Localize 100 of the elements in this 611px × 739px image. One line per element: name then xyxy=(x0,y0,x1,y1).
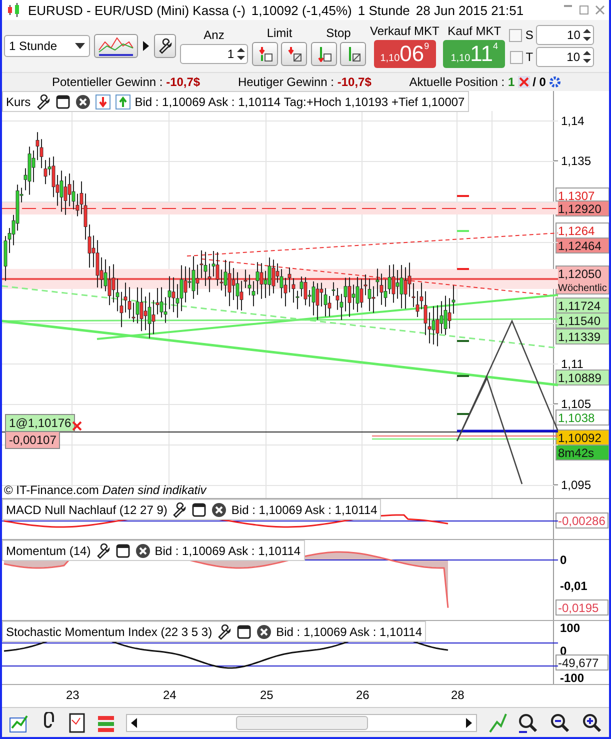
chart-icon xyxy=(97,36,135,56)
caret-icon xyxy=(75,43,85,49)
limit-order-button[interactable] xyxy=(281,42,307,66)
price-marker xyxy=(457,375,469,377)
value-tag: -0,00286 xyxy=(556,512,609,528)
order-icon xyxy=(316,46,332,62)
x-axis-label: 25 xyxy=(260,688,274,702)
price-marker xyxy=(457,413,469,415)
close-icon xyxy=(211,502,228,518)
indicator-title: MACD Null Nachlauf (12 27 9) xyxy=(6,502,168,516)
checkbox[interactable] xyxy=(509,28,522,42)
profit-text: Heutiger Gewinn : -10,7$ xyxy=(238,75,372,89)
window-title: EURUSD - EUR/USD (Mini) Kassa (-) xyxy=(28,2,246,18)
quote-text: Bid : 1,10069 Ask : 1,10114 Tag:+Hoch 1,10193 +Tief 1,10007 xyxy=(134,94,465,108)
price-tag: 1,10092 xyxy=(556,430,609,446)
limit-order-button[interactable] xyxy=(252,42,278,66)
close-icon xyxy=(595,5,605,15)
x-axis-label: 26 xyxy=(356,688,370,702)
close-icon xyxy=(134,542,151,558)
wrench-icon xyxy=(34,94,51,110)
price-tag: 1,12464 xyxy=(556,238,609,254)
close-icon xyxy=(74,94,91,110)
price-marker xyxy=(457,195,469,197)
axis-tick-label: 0 xyxy=(560,553,568,567)
amount-field[interactable]: 1 xyxy=(180,44,248,64)
spinner-icon xyxy=(237,47,245,61)
price-tag: 1,1038 xyxy=(556,410,609,426)
title-quote: 1,10092 (-1,45%) xyxy=(251,2,352,18)
axis-tick-label: 100 xyxy=(560,621,580,635)
close-icon xyxy=(518,76,530,88)
number-field[interactable]: 10 xyxy=(536,25,594,45)
indicator-button[interactable] xyxy=(94,34,138,58)
axis-tick-label: 1,11 xyxy=(554,357,584,371)
axis-tick-label: 1,105 xyxy=(554,397,592,411)
timeframe-dropdown[interactable]: 1 Stunde xyxy=(4,35,90,57)
settings-button[interactable] xyxy=(154,34,176,58)
price-marker xyxy=(457,268,469,270)
zoom-in-icon xyxy=(581,712,603,734)
checkbox[interactable] xyxy=(510,50,523,64)
spinner-icon xyxy=(583,50,592,64)
price-tag: 1,12920 xyxy=(556,200,609,216)
price-tag: 8m42s xyxy=(556,444,609,460)
sell-label: Verkauf MKT xyxy=(370,24,440,38)
stop-label: Stop xyxy=(326,26,351,40)
quote-text: Bid : 1,10069 Ask : 1,10114 xyxy=(231,502,378,516)
title-interval: 1 Stunde xyxy=(358,2,410,18)
axis-tick-label: 1,095 xyxy=(554,478,592,492)
price-tag: 1,10889 xyxy=(556,370,609,386)
quote-text: Bid : 1,10069 Ask : 1,10114 xyxy=(276,624,422,638)
scrollbar-thumb[interactable] xyxy=(236,716,368,730)
window-icon xyxy=(236,624,252,640)
profit-text: Potentieller Gewinn : -10,7$ xyxy=(52,75,200,89)
candlestick-icon xyxy=(6,2,22,18)
x-axis-label: 23 xyxy=(66,688,80,702)
price-tag: 1,11339 xyxy=(556,328,609,344)
buy-label: Kauf MKT xyxy=(448,24,502,38)
maximize-icon xyxy=(579,5,589,15)
price-tag: 1,1264 xyxy=(556,222,609,238)
value-tag: -0,0195 xyxy=(556,600,609,616)
zoom-out-icon xyxy=(549,712,571,734)
close-icon xyxy=(256,624,272,640)
document-icon xyxy=(68,712,86,734)
close-icon[interactable] xyxy=(72,421,82,431)
value-tag: -49,677 xyxy=(556,654,609,670)
indicator-title: Momentum (14) xyxy=(6,544,91,558)
profit-loss-tag: -0,00107 xyxy=(5,431,60,449)
left-arrow-icon xyxy=(130,718,138,728)
position-count: / 0 xyxy=(532,75,546,89)
chart-title: Kurs xyxy=(6,94,31,108)
stop-order-button[interactable] xyxy=(311,42,337,66)
price-tag: 1,12050 Wöchentlic xyxy=(556,266,609,294)
indicator-title: Stochastic Momentum Index (22 3 5 3) xyxy=(6,624,212,638)
limit-label: Limit xyxy=(266,26,292,40)
x-axis-label: 28 xyxy=(451,688,464,702)
price-marker xyxy=(457,230,469,232)
quote-text: Bid : 1,10069 Ask : 1,10114 xyxy=(154,544,301,558)
window-icon xyxy=(54,94,71,110)
horizontal-scrollbar[interactable] xyxy=(126,714,477,732)
right-arrow-icon xyxy=(465,718,473,728)
wrench-icon xyxy=(216,624,232,640)
axis-tick-label: 1,14 xyxy=(554,114,585,128)
wrench-icon xyxy=(94,542,111,558)
spinner-icon xyxy=(583,28,592,42)
axis-tick-label: 1,135 xyxy=(554,154,592,168)
position-text: Aktuelle Position : 1 xyxy=(409,75,515,89)
checkbox-label: T xyxy=(526,50,534,64)
order-icon xyxy=(257,46,273,62)
title-datetime: 28 Jun 2015 21:51 xyxy=(416,2,524,18)
zoom-fit-icon xyxy=(517,712,539,734)
window-icon xyxy=(191,502,208,518)
stop-order-button[interactable] xyxy=(340,42,366,66)
wrench-icon xyxy=(157,38,173,54)
price-tag: 1,11724 xyxy=(556,298,609,314)
axis-tick-label: -0,01 xyxy=(560,579,588,593)
play-icon xyxy=(142,41,150,51)
number-field[interactable]: 10 xyxy=(536,47,594,67)
amount-label: Anz xyxy=(204,28,224,42)
gear-icon xyxy=(548,75,563,89)
chart-tools-icon xyxy=(487,712,507,734)
price-tag: 1,11540 xyxy=(556,312,609,328)
